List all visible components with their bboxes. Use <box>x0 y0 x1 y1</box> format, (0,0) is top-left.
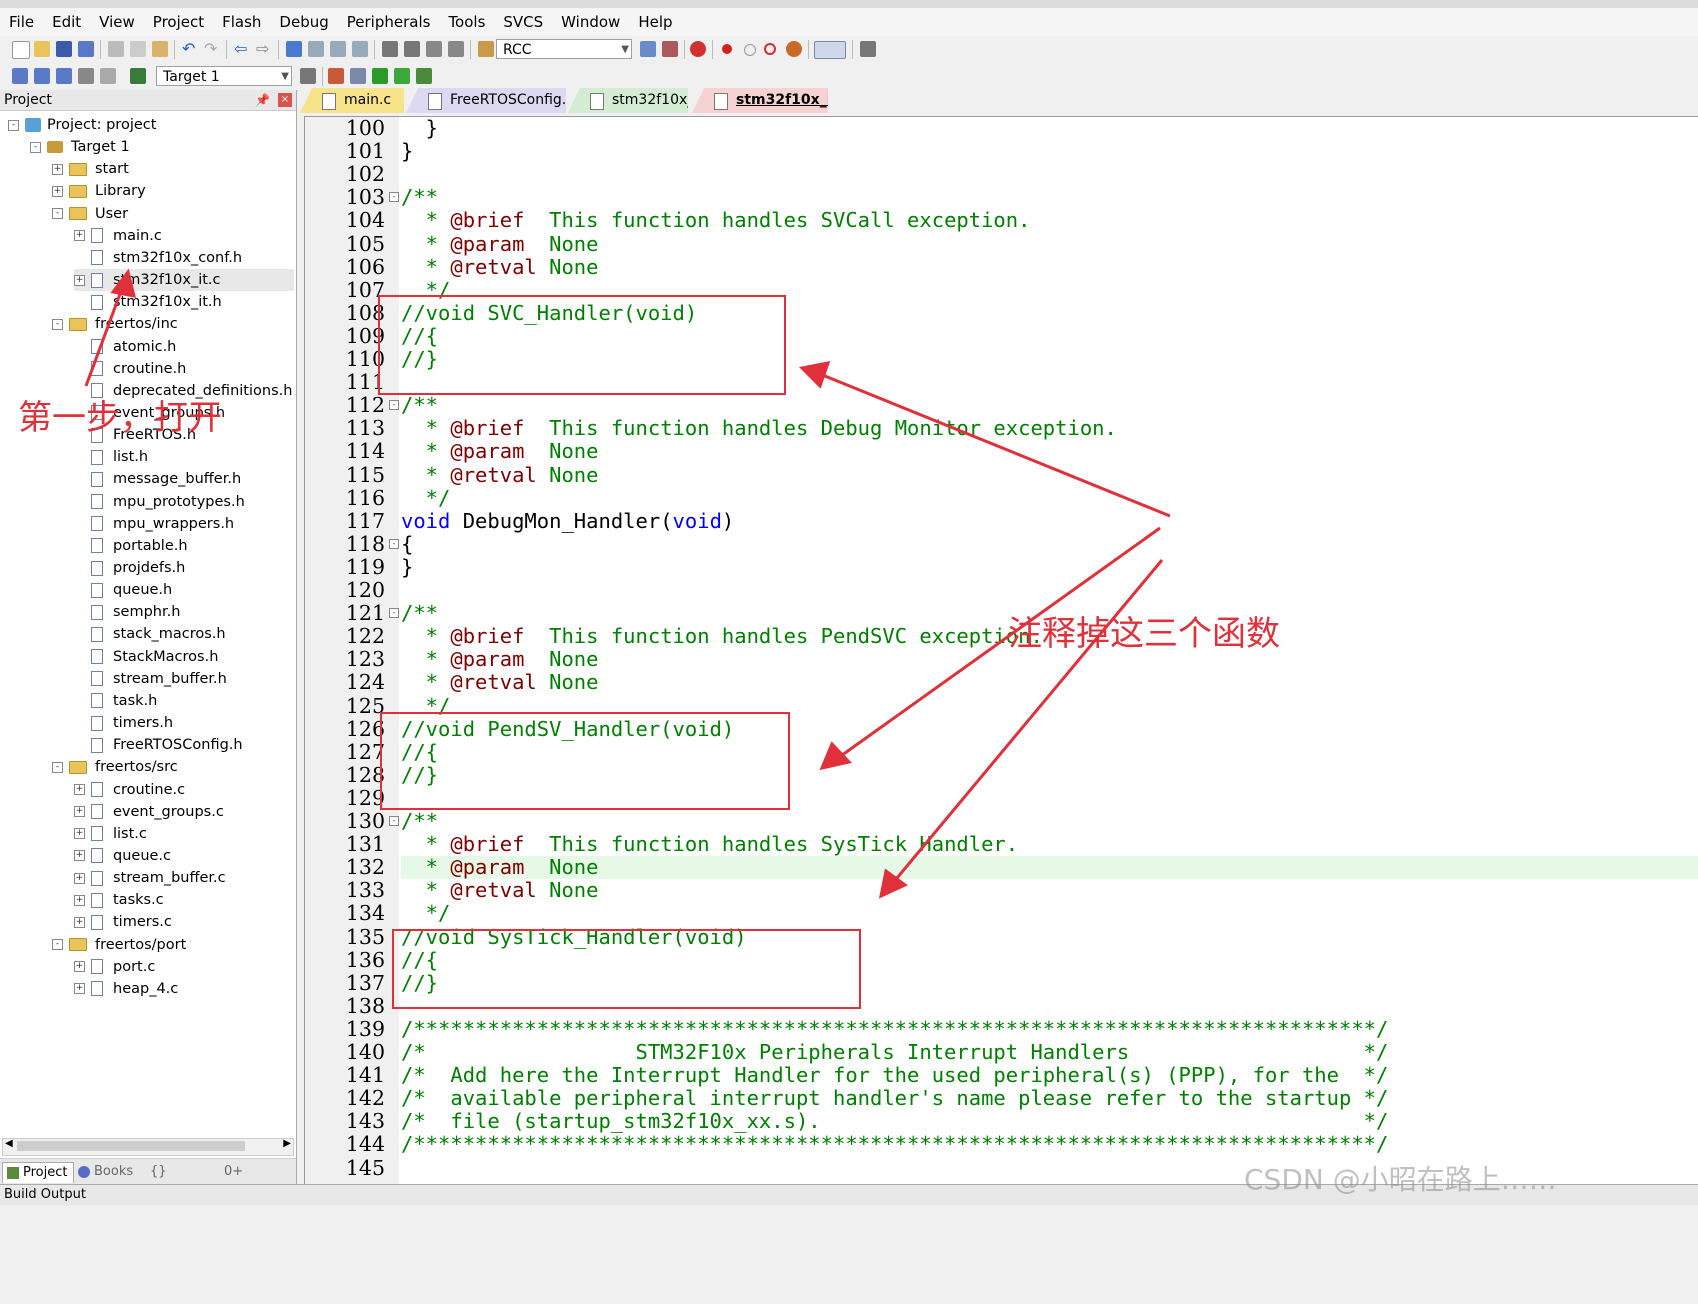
watermark: CSDN @小昭在路上…… <box>1244 1163 1557 1196</box>
annotation-comment-out: 注释掉这三个函数 <box>1008 614 1280 654</box>
annotation-arrows <box>84 268 1171 899</box>
build-output-title: Build Output <box>4 1187 86 1202</box>
arrow-svc-head <box>798 361 831 389</box>
arrow-svc <box>819 372 1171 518</box>
annotation-step1: 第一步，打开 <box>18 398 222 438</box>
arrow-pendsv-head <box>819 741 852 771</box>
arrow-step1 <box>84 282 126 387</box>
arrow-step1-head <box>110 268 137 298</box>
